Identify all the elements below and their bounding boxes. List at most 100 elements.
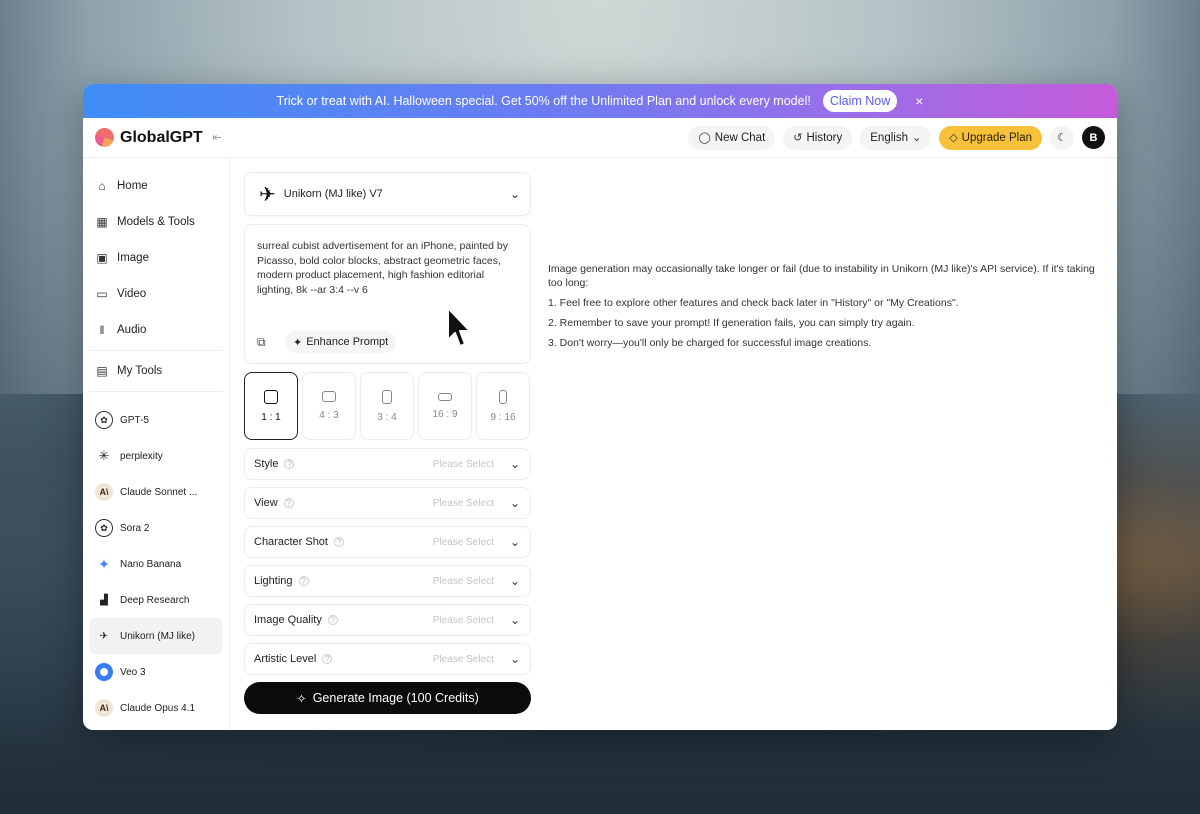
collapse-sidebar-icon[interactable]: ⇤: [213, 131, 222, 144]
chevron-down-icon: ⌄: [509, 457, 520, 471]
character-shot-select[interactable]: Character Shot? Please Select ⌄: [244, 526, 531, 558]
info-icon[interactable]: ?: [322, 654, 333, 664]
style-select[interactable]: Style? Please Select ⌄: [244, 448, 531, 480]
ratio-3-4[interactable]: 3 : 4: [360, 372, 414, 440]
tools-icon: ▤: [96, 364, 108, 378]
enhance-prompt-button[interactable]: ✦ Enhance Prompt: [285, 331, 397, 353]
promo-banner: Trick or treat with AI. Halloween specia…: [83, 84, 1117, 118]
upgrade-plan-button[interactable]: ◇ Upgrade Plan: [939, 125, 1042, 150]
brand: GlobalGPT ⇤: [95, 128, 222, 147]
info-icon[interactable]: ?: [327, 615, 338, 625]
anthropic-icon: A\: [95, 699, 113, 717]
ratio-9-16[interactable]: 9 : 16: [476, 372, 530, 440]
ratio-label: 3 : 4: [377, 411, 397, 423]
sidebar-item-my-tools[interactable]: ▤ My Tools: [89, 353, 223, 389]
model-label: Claude Opus 4.1: [120, 702, 196, 714]
diamond-icon: ◇: [949, 132, 958, 144]
history-button[interactable]: ↺ History: [783, 125, 853, 150]
sidebar-item-video[interactable]: ▭ Video: [89, 276, 223, 312]
sidebar-model-unikorn[interactable]: ✈ Unikorn (MJ like): [89, 618, 223, 654]
generate-label: Generate Image (100 Credits): [312, 691, 479, 705]
claim-now-button[interactable]: Claim Now: [822, 90, 898, 112]
artistic-level-select[interactable]: Artistic Level? Please Select ⌄: [244, 643, 531, 675]
sidebar-item-models-tools[interactable]: ▦ Models & Tools: [89, 204, 223, 240]
image-upload-icon[interactable]: ⧉: [257, 335, 277, 350]
promo-message: Trick or treat with AI. Halloween specia…: [276, 94, 811, 108]
info-icon[interactable]: ?: [298, 576, 309, 586]
wide-icon: [438, 392, 452, 401]
avatar[interactable]: B: [1082, 126, 1105, 149]
sidebar-model-claude-opus[interactable]: A\ Claude Opus 4.1: [89, 690, 223, 726]
image-icon: ▣: [96, 251, 108, 265]
aspect-ratio-group: 1 : 1 4 : 3 3 : 4 16 : 9 9 : 16: [244, 372, 531, 440]
select-placeholder: Please Select: [432, 653, 494, 665]
notice-item: 3. Don't worry—you'll only be charged fo…: [548, 337, 872, 349]
sidebar-item-image[interactable]: ▣ Image: [89, 240, 223, 276]
grid-icon: ▦: [96, 215, 108, 229]
model-select-label: Unikorn (MJ like) V7: [283, 188, 383, 200]
info-icon[interactable]: ?: [333, 537, 344, 547]
chat-bubble-icon: ◯: [698, 132, 711, 144]
sparkle-icon: ✦: [293, 336, 303, 349]
chevron-down-icon: ⌄: [509, 187, 520, 201]
select-placeholder: Please Select: [432, 497, 494, 509]
lighting-select[interactable]: Lighting? Please Select ⌄: [244, 565, 531, 597]
header-actions: ◯ New Chat ↺ History English ⌄ ◇ Upgrade…: [688, 125, 1105, 150]
notice-item: 2. Remember to save your prompt! If gene…: [548, 317, 915, 329]
sidebar-item-label: Image: [117, 252, 149, 264]
sidebar-model-deep-research[interactable]: ▟ Deep Research: [89, 582, 223, 618]
sidebar-model-perplexity[interactable]: ✳ perplexity: [89, 438, 223, 474]
sidebar-item-label: My Tools: [117, 365, 163, 377]
select-placeholder: Please Select: [432, 536, 494, 548]
info-icon[interactable]: ?: [284, 459, 295, 469]
audio-icon: ‖: [99, 323, 105, 337]
ratio-16-9[interactable]: 16 : 9: [418, 372, 472, 440]
brand-name: GlobalGPT: [120, 128, 203, 146]
ratio-label: 1 : 1: [261, 411, 281, 423]
info-icon[interactable]: ?: [283, 498, 294, 508]
video-icon: ▭: [96, 287, 108, 301]
anthropic-icon: A\: [95, 483, 113, 501]
sidebar-item-audio[interactable]: ‖ Audio: [89, 312, 223, 348]
model-select[interactable]: ✈ Unikorn (MJ like) V7 ⌄: [244, 172, 531, 216]
openai-icon: ✿: [95, 519, 113, 537]
theme-toggle-button[interactable]: ☾: [1050, 125, 1074, 150]
ratio-label: 4 : 3: [319, 410, 339, 421]
sidebar-item-label: Video: [117, 288, 147, 300]
language-select[interactable]: English ⌄: [860, 125, 932, 150]
veo-icon: [95, 663, 113, 681]
sidebar-item-home[interactable]: ⌂ Home: [89, 168, 223, 204]
sidebar-model-claude-sonnet[interactable]: A\ Claude Sonnet ...: [89, 474, 223, 510]
view-select[interactable]: View? Please Select ⌄: [244, 487, 531, 519]
model-label: Unikorn (MJ like): [120, 630, 196, 642]
ratio-1-1[interactable]: 1 : 1: [244, 372, 298, 440]
image-quality-select[interactable]: Image Quality? Please Select ⌄: [244, 604, 531, 636]
model-label: Veo 3: [120, 666, 146, 678]
chevron-down-icon: ⌄: [509, 574, 520, 588]
generate-image-button[interactable]: ✧ Generate Image (100 Credits): [244, 682, 531, 714]
square-icon: [264, 389, 278, 404]
ratio-4-3[interactable]: 4 : 3: [302, 372, 356, 440]
model-select-value: ✈ Unikorn (MJ like) V7: [259, 182, 383, 207]
generation-notice: Image generation may occasionally take l…: [532, 158, 1117, 730]
sidebar-model-veo3[interactable]: Veo 3: [89, 654, 223, 690]
moon-icon: ☾: [1057, 132, 1067, 144]
select-label: Style: [254, 458, 279, 470]
select-placeholder: Please Select: [432, 458, 494, 470]
history-label: History: [806, 131, 843, 144]
close-icon[interactable]: ×: [915, 93, 923, 109]
app-window: Trick or treat with AI. Halloween specia…: [83, 84, 1117, 730]
ratio-label: 9 : 16: [490, 411, 516, 423]
sidebar-model-nano-banana[interactable]: ✦ Nano Banana: [89, 546, 223, 582]
prompt-input[interactable]: surreal cubist advertisement for an iPho…: [244, 224, 531, 364]
chevron-down-icon: ⌄: [509, 496, 520, 510]
sidebar-model-sora2[interactable]: ✿ Sora 2: [89, 510, 223, 546]
chevron-down-icon: ⌄: [509, 652, 520, 666]
prompt-text[interactable]: surreal cubist advertisement for an iPho…: [257, 239, 518, 297]
sidebar-model-gpt5[interactable]: ✿ GPT-5: [89, 402, 223, 438]
perplexity-icon: ✳: [98, 448, 110, 463]
prompt-tools: ⧉ ✦ Enhance Prompt: [257, 331, 397, 353]
new-chat-button[interactable]: ◯ New Chat: [688, 125, 776, 150]
select-label: View: [254, 497, 278, 509]
magic-wand-icon: ✧: [296, 691, 307, 706]
